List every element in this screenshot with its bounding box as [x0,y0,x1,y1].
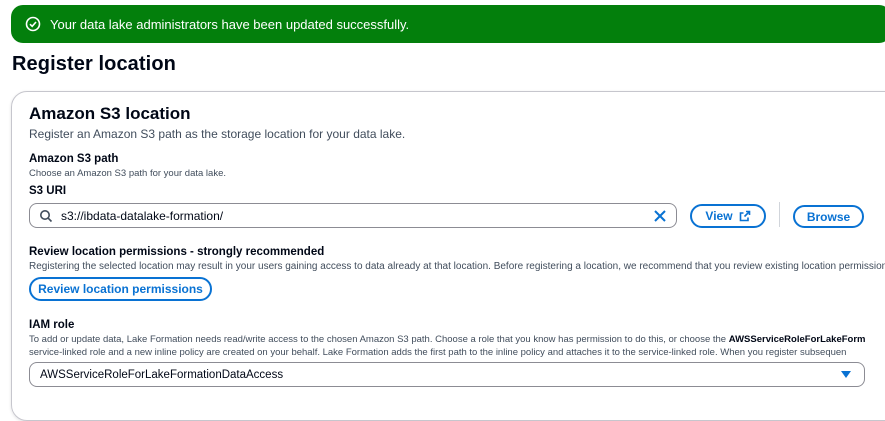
iam-desc-bold-role: AWSServiceRoleForLakeForm [728,334,866,345]
iam-role-description-line1: To add or update data, Lake Formation ne… [29,334,865,345]
view-button[interactable]: View [690,204,766,228]
search-icon [40,209,53,222]
check-circle-icon [25,16,41,32]
iam-role-description-line2: service-linked role and a new inline pol… [29,347,847,358]
browse-button[interactable]: Browse [793,205,864,228]
flash-message: Your data lake administrators have been … [50,16,410,32]
caret-down-icon [841,371,851,378]
s3-path-label: Amazon S3 path [29,153,119,165]
clear-icon[interactable] [653,209,667,223]
review-permissions-title: Review location permissions - strongly r… [29,246,325,258]
view-button-label: View [705,209,733,223]
iam-desc-text: To add or update data, Lake Formation ne… [29,334,729,345]
external-link-icon [739,210,750,222]
iam-role-label: IAM role [29,319,75,331]
s3-path-description: Choose an Amazon S3 path for your data l… [29,168,226,179]
iam-role-select[interactable]: AWSServiceRoleForLakeFormationDataAccess [29,362,865,387]
section-description: Register an Amazon S3 path as the storag… [29,127,406,141]
s3-uri-input[interactable]: s3://ibdata-datalake-formation/ [29,203,677,228]
section-title: Amazon S3 location [29,104,191,123]
s3-uri-value: s3://ibdata-datalake-formation/ [61,208,224,223]
s3-uri-label: S3 URI [29,185,67,197]
review-location-permissions-button[interactable]: Review location permissions [29,277,212,301]
page-title: Register location [12,53,176,75]
review-permissions-description: Registering the selected location may re… [29,261,885,272]
success-flashbar: Your data lake administrators have been … [11,5,885,43]
iam-role-selected-value: AWSServiceRoleForLakeFormationDataAccess [40,368,284,381]
button-divider [779,202,780,227]
